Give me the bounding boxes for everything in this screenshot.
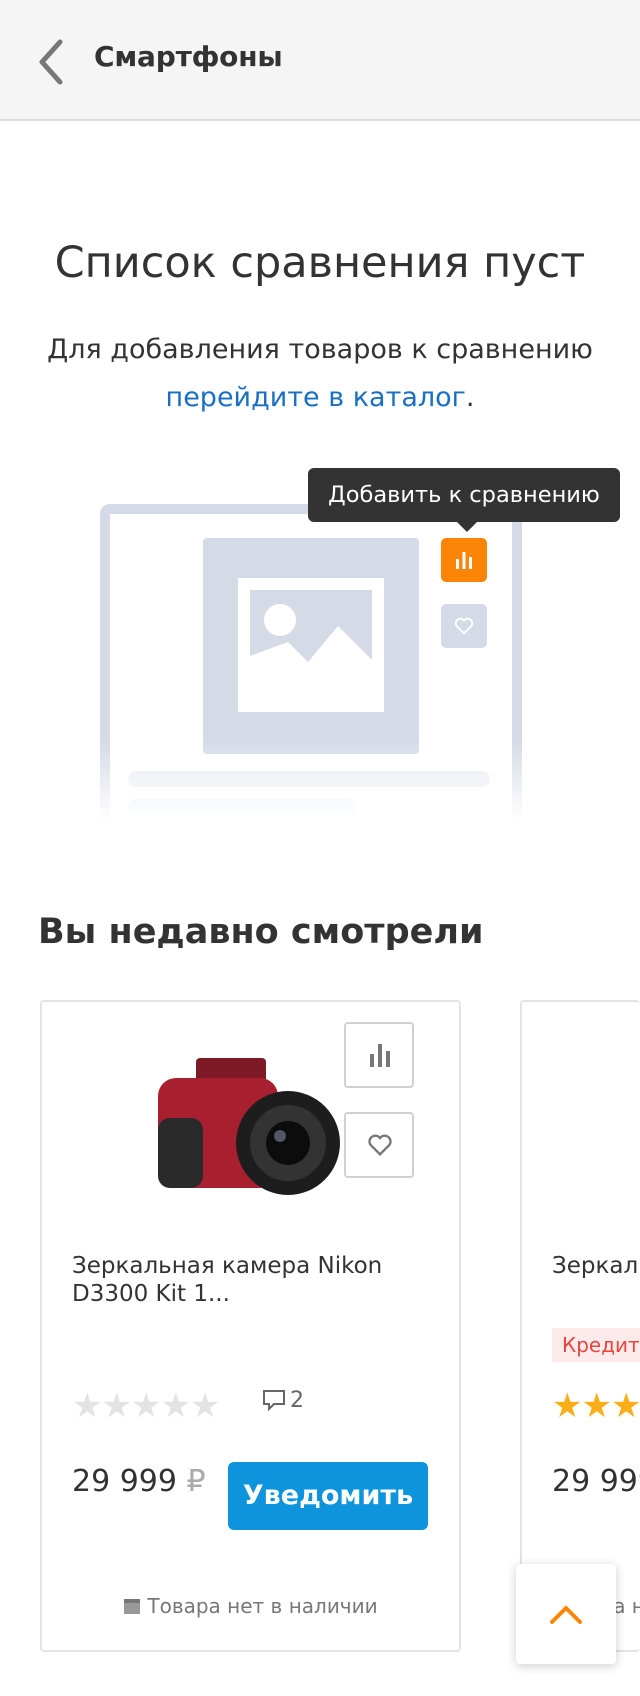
notify-button[interactable]: Уведомить	[228, 1462, 428, 1530]
heart-icon	[368, 1134, 392, 1156]
product-image-camera[interactable]	[148, 1048, 348, 1218]
reviews-count-value: 2	[290, 1388, 304, 1413]
store-icon	[124, 1599, 141, 1614]
product-price: 29 999	[552, 1464, 640, 1499]
stock-status: Товара нет в наличии	[42, 1594, 459, 1618]
empty-state-text: Для добавления товаров к сравнению перей…	[0, 326, 640, 422]
scroll-to-top-button[interactable]	[516, 1564, 616, 1664]
recent-section-title: Вы недавно смотрели	[38, 912, 484, 952]
header-bar: Смартфоны	[0, 0, 640, 121]
product-card[interactable]: Зеркальная камера Nikon D3300 Kit 1... ★…	[40, 1000, 461, 1652]
product-card[interactable]: Зеркальная камера Canon EOS 1300D Kit Кр…	[520, 1000, 640, 1652]
image-placeholder-icon	[238, 578, 384, 712]
empty-state-title: Список сравнения пуст	[54, 238, 586, 288]
heart-icon	[454, 617, 474, 635]
back-button[interactable]	[30, 34, 80, 90]
catalog-link[interactable]: перейдите в каталог	[166, 382, 466, 413]
product-image-camera[interactable]	[632, 1102, 640, 1182]
chevron-left-icon	[39, 39, 63, 85]
bar-chart-icon	[370, 1044, 390, 1067]
bar-chart-icon	[456, 552, 472, 569]
compare-button[interactable]	[344, 1022, 414, 1088]
comment-icon	[263, 1390, 285, 1412]
product-name[interactable]: Зеркальная камера Canon EOS 1300D Kit	[552, 1252, 640, 1280]
price-value: 29 999	[72, 1464, 177, 1499]
illustration-fade	[90, 740, 532, 840]
illustration-image-placeholder	[203, 538, 419, 754]
page-title: Смартфоны	[94, 40, 283, 73]
empty-state-message: Для добавления товаров к сравнению	[47, 334, 593, 365]
empty-state-tail: .	[465, 382, 475, 413]
credit-badge: Кредит	[552, 1328, 640, 1362]
stock-status-text: Товара нет в наличии	[147, 1594, 378, 1618]
currency-symbol: ₽	[186, 1464, 206, 1499]
favorite-button[interactable]	[344, 1112, 414, 1178]
reviews-count[interactable]: 2	[262, 1388, 304, 1413]
product-price: 29 999 ₽	[72, 1464, 206, 1499]
chevron-up-icon	[550, 1606, 582, 1624]
rating-stars: ★★★★★	[72, 1386, 220, 1426]
rating-stars: ★★★★★	[552, 1386, 640, 1426]
product-name[interactable]: Зеркальная камера Nikon D3300 Kit 1...	[72, 1252, 402, 1308]
illustration-compare-button	[441, 538, 487, 582]
illustration-favorite-button	[441, 604, 487, 648]
compare-tooltip: Добавить к сравнению	[308, 468, 620, 532]
